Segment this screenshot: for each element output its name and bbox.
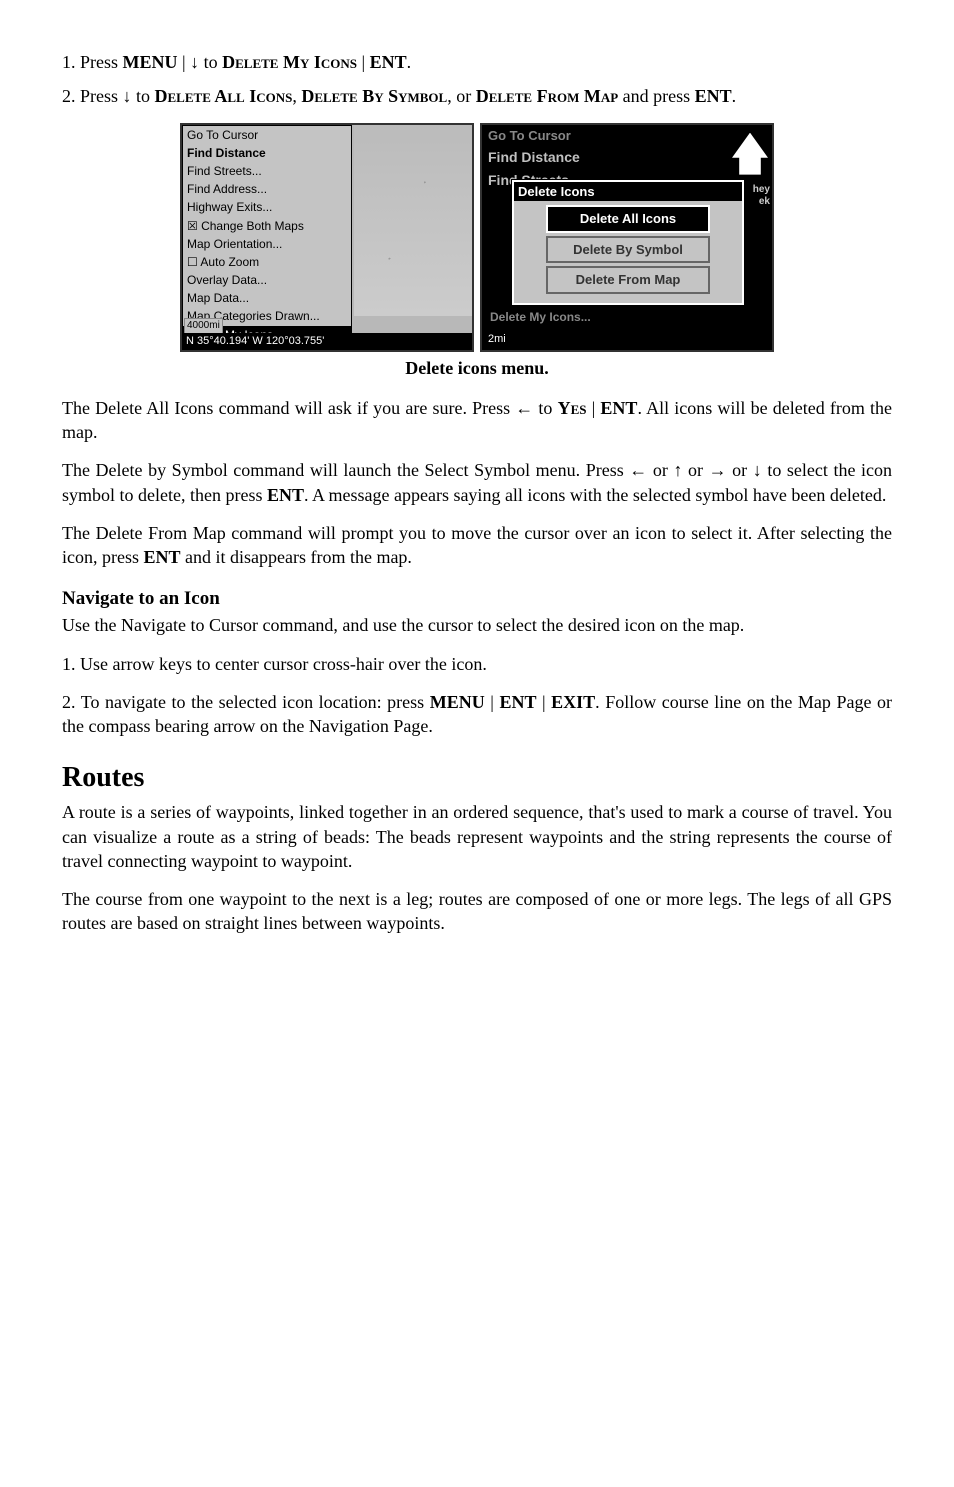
step-2: 2. Press ↓ to Delete All Icons, Delete B… bbox=[62, 84, 892, 108]
yes-key: Yes bbox=[558, 398, 587, 418]
sep1: | bbox=[485, 692, 500, 712]
figure-row: Go To Cursor Find Distance Find Streets.… bbox=[62, 123, 892, 352]
menu-item: Highway Exits... bbox=[183, 198, 351, 216]
para-delete-map: The Delete From Map command will prompt … bbox=[62, 521, 892, 570]
menu-item: Go To Cursor bbox=[183, 126, 351, 144]
sep2: | bbox=[536, 692, 551, 712]
ent-key: ENT bbox=[370, 52, 407, 72]
menu-item: Find Distance bbox=[183, 144, 351, 162]
heading-routes: Routes bbox=[62, 759, 892, 797]
subhead-navigate: Navigate to an Icon bbox=[62, 586, 892, 612]
map-area bbox=[354, 125, 472, 316]
t2: and it disappears from the map. bbox=[181, 547, 412, 567]
popup-button-selected: Delete All Icons bbox=[546, 205, 710, 233]
menu-key: MENU bbox=[430, 692, 485, 712]
nav-step2: 2. To navigate to the selected icon loca… bbox=[62, 690, 892, 739]
nav-intro: Use the Navigate to Cursor command, and … bbox=[62, 613, 892, 637]
t1: 2. To navigate to the selected icon loca… bbox=[62, 692, 430, 712]
menu-item: Map Orientation... bbox=[183, 235, 351, 253]
t2: . A message appears saying all icons wit… bbox=[304, 485, 886, 505]
step2-c2: , or bbox=[447, 86, 476, 106]
menu-item: Find Address... bbox=[183, 180, 351, 198]
step2-tail: . bbox=[732, 86, 737, 106]
para-delete-all: The Delete All Icons command will ask if… bbox=[62, 396, 892, 445]
para-delete-symbol: The Delete by Symbol command will launch… bbox=[62, 458, 892, 507]
menu-item: Find Streets... bbox=[183, 162, 351, 180]
step1-prefix: 1. Press bbox=[62, 52, 123, 72]
sep: | bbox=[587, 398, 601, 418]
figure-caption: Delete icons menu. bbox=[62, 356, 892, 380]
step2-c1: , bbox=[292, 86, 301, 106]
back-item: Find Distance bbox=[482, 146, 772, 169]
screenshot-left: Go To Cursor Find Distance Find Streets.… bbox=[180, 123, 474, 352]
step2-prefix: 2. Press ↓ to bbox=[62, 86, 155, 106]
back-footer: Delete My Icons... bbox=[490, 309, 764, 325]
menu-key: MENU bbox=[123, 52, 178, 72]
step1-sep2: | bbox=[357, 52, 370, 72]
mi-label: 2mi bbox=[486, 332, 508, 347]
coord-bar: N 35°40.194' W 120°03.755' bbox=[182, 333, 472, 350]
back-item: Go To Cursor bbox=[482, 125, 772, 147]
routes-p1: A route is a series of waypoints, linked… bbox=[62, 800, 892, 873]
exit-key: EXIT bbox=[551, 692, 595, 712]
step-1: 1. Press MENU | ↓ to Delete My Icons | E… bbox=[62, 50, 892, 74]
menu-item: ☒ Change Both Maps bbox=[183, 217, 351, 235]
step2-a1: Delete All Icons bbox=[155, 86, 293, 106]
step2-a3: Delete From Map bbox=[476, 86, 618, 106]
t1: The Delete All Icons command will ask if… bbox=[62, 398, 558, 418]
step1-sep1: | ↓ to bbox=[178, 52, 223, 72]
ent-key: ENT bbox=[499, 692, 536, 712]
menu-item: Map Data... bbox=[183, 289, 351, 307]
scale-label: 4000mi bbox=[184, 318, 223, 334]
screenshot-right: Go To Cursor Find Distance Find Streets.… bbox=[480, 123, 774, 352]
nav-step1: 1. Use arrow keys to center cursor cross… bbox=[62, 652, 892, 676]
left-menu-list: Go To Cursor Find Distance Find Streets.… bbox=[182, 125, 352, 345]
popup-button: Delete By Symbol bbox=[546, 236, 710, 264]
step1-action: Delete My Icons bbox=[222, 52, 357, 72]
step2-a2: Delete By Symbol bbox=[301, 86, 447, 106]
ent-key: ENT bbox=[695, 86, 732, 106]
popup-title: Delete Icons bbox=[514, 182, 742, 202]
menu-item: Overlay Data... bbox=[183, 271, 351, 289]
menu-item: ☐ Auto Zoom bbox=[183, 253, 351, 271]
ent-key: ENT bbox=[267, 485, 304, 505]
step1-tail: . bbox=[407, 52, 412, 72]
step2-mid: and press bbox=[618, 86, 694, 106]
ent-key: ENT bbox=[143, 547, 180, 567]
side-text-bot: ek bbox=[759, 195, 770, 209]
popup-button: Delete From Map bbox=[546, 266, 710, 294]
routes-p2: The course from one waypoint to the next… bbox=[62, 887, 892, 936]
delete-icons-popup: Delete Icons Delete All Icons Delete By … bbox=[512, 180, 744, 305]
ent-key: ENT bbox=[600, 398, 637, 418]
